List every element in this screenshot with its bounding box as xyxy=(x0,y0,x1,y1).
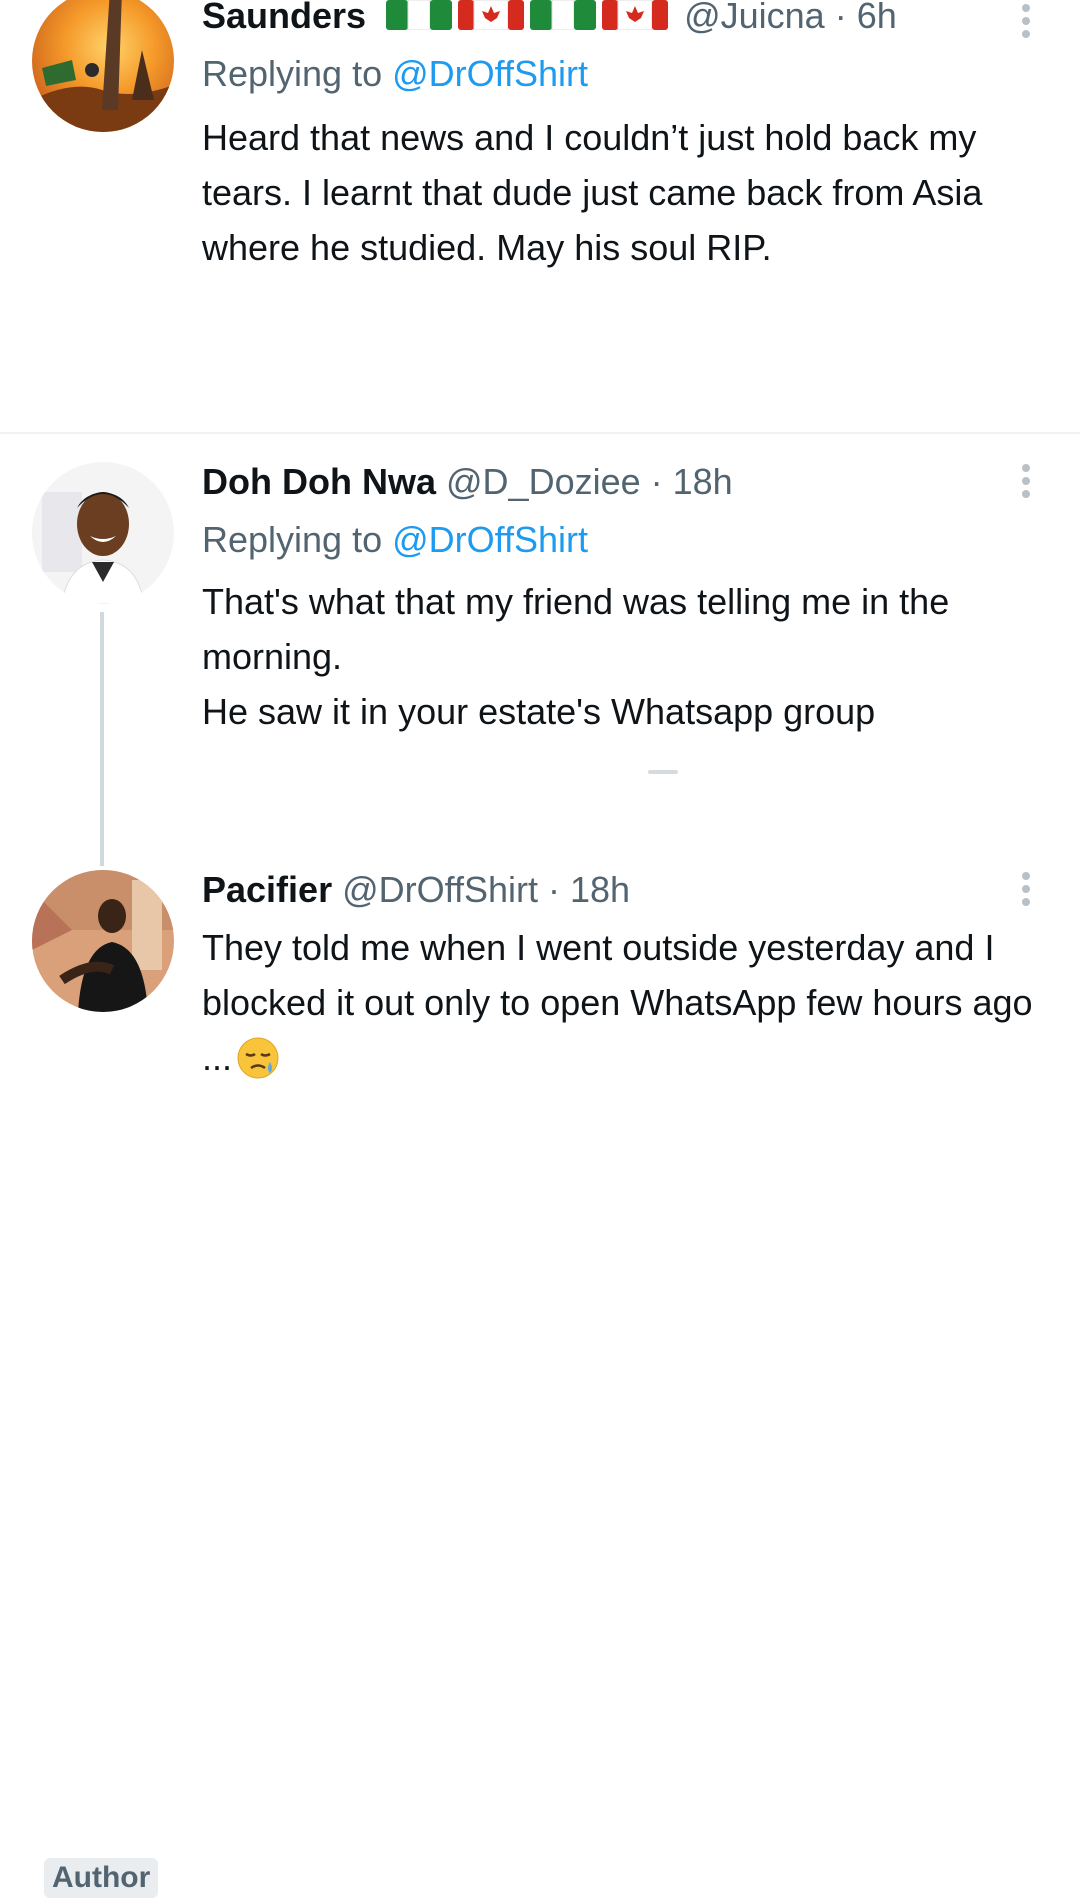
replying-to-label: Replying to xyxy=(202,519,393,560)
tweet-text-content: They told me when I went outside yesterd… xyxy=(202,927,1033,1078)
separator: · xyxy=(640,461,673,502)
tweet-header: Saunders @Juicna · 6h xyxy=(202,0,897,38)
more-options-icon[interactable] xyxy=(1020,4,1032,44)
more-options-icon[interactable] xyxy=(1020,464,1032,504)
handle[interactable]: @DrOffShirt xyxy=(342,869,538,910)
thread-connector xyxy=(100,612,104,866)
tweet-text: They told me when I went outside yesterd… xyxy=(202,920,1042,1085)
avatar[interactable] xyxy=(32,462,174,604)
tweet-doh-doh-nwa[interactable]: Doh Doh Nwa @D_Doziee · 18h Replying to … xyxy=(0,434,1080,864)
tweet-text-line: He saw it in your estate's Whatsapp grou… xyxy=(202,691,876,732)
replying-to: Replying to @DrOffShirt xyxy=(202,518,588,562)
tweet-saunders[interactable]: Saunders @Juicna · 6h Replying to @DrOff… xyxy=(0,0,1080,432)
tweet-text: Heard that news and I couldn’t just hold… xyxy=(202,117,983,268)
tweet-header: Doh Doh Nwa @D_Doziee · 18h xyxy=(202,460,733,504)
avatar[interactable] xyxy=(32,870,174,1012)
avatar-image xyxy=(32,462,174,604)
mention-link[interactable]: @DrOffShirt xyxy=(392,519,588,560)
faint-mark xyxy=(648,770,678,774)
timestamp[interactable]: 18h xyxy=(570,869,630,910)
tweet-text-line: That's what that my friend was telling m… xyxy=(202,581,950,677)
display-name[interactable]: Saunders xyxy=(202,0,366,36)
avatar-image xyxy=(32,0,174,132)
avatar[interactable] xyxy=(32,0,174,132)
flag-emojis xyxy=(386,0,684,36)
nigeria-flag-icon xyxy=(386,0,453,30)
sad-tear-face-icon xyxy=(236,1036,280,1080)
mention-link[interactable]: @DrOffShirt xyxy=(392,53,588,94)
canada-flag-icon xyxy=(458,0,525,30)
author-badge: Author xyxy=(44,1858,159,1898)
separator: · xyxy=(538,869,571,910)
avatar-image xyxy=(32,870,174,1012)
replying-to-label: Replying to xyxy=(202,53,393,94)
tweet-header: Pacifier @DrOffShirt · 18h xyxy=(202,868,630,912)
more-options-icon[interactable] xyxy=(1020,872,1032,912)
nigeria-flag-icon xyxy=(530,0,597,30)
handle[interactable]: @D_Doziee xyxy=(446,461,641,502)
tweet-pacifier[interactable]: Author Pacifier @DrOffShirt · 18h They t… xyxy=(0,864,1080,1898)
tweet-text: That's what that my friend was telling m… xyxy=(202,574,1042,739)
handle[interactable]: @Juicna xyxy=(684,0,825,36)
display-name[interactable]: Pacifier xyxy=(202,869,332,910)
separator: · xyxy=(824,0,857,36)
timestamp[interactable]: 18h xyxy=(673,461,733,502)
replying-to: Replying to @DrOffShirt xyxy=(202,52,588,96)
timestamp[interactable]: 6h xyxy=(857,0,897,36)
display-name[interactable]: Doh Doh Nwa xyxy=(202,461,436,502)
canada-flag-icon xyxy=(602,0,669,30)
